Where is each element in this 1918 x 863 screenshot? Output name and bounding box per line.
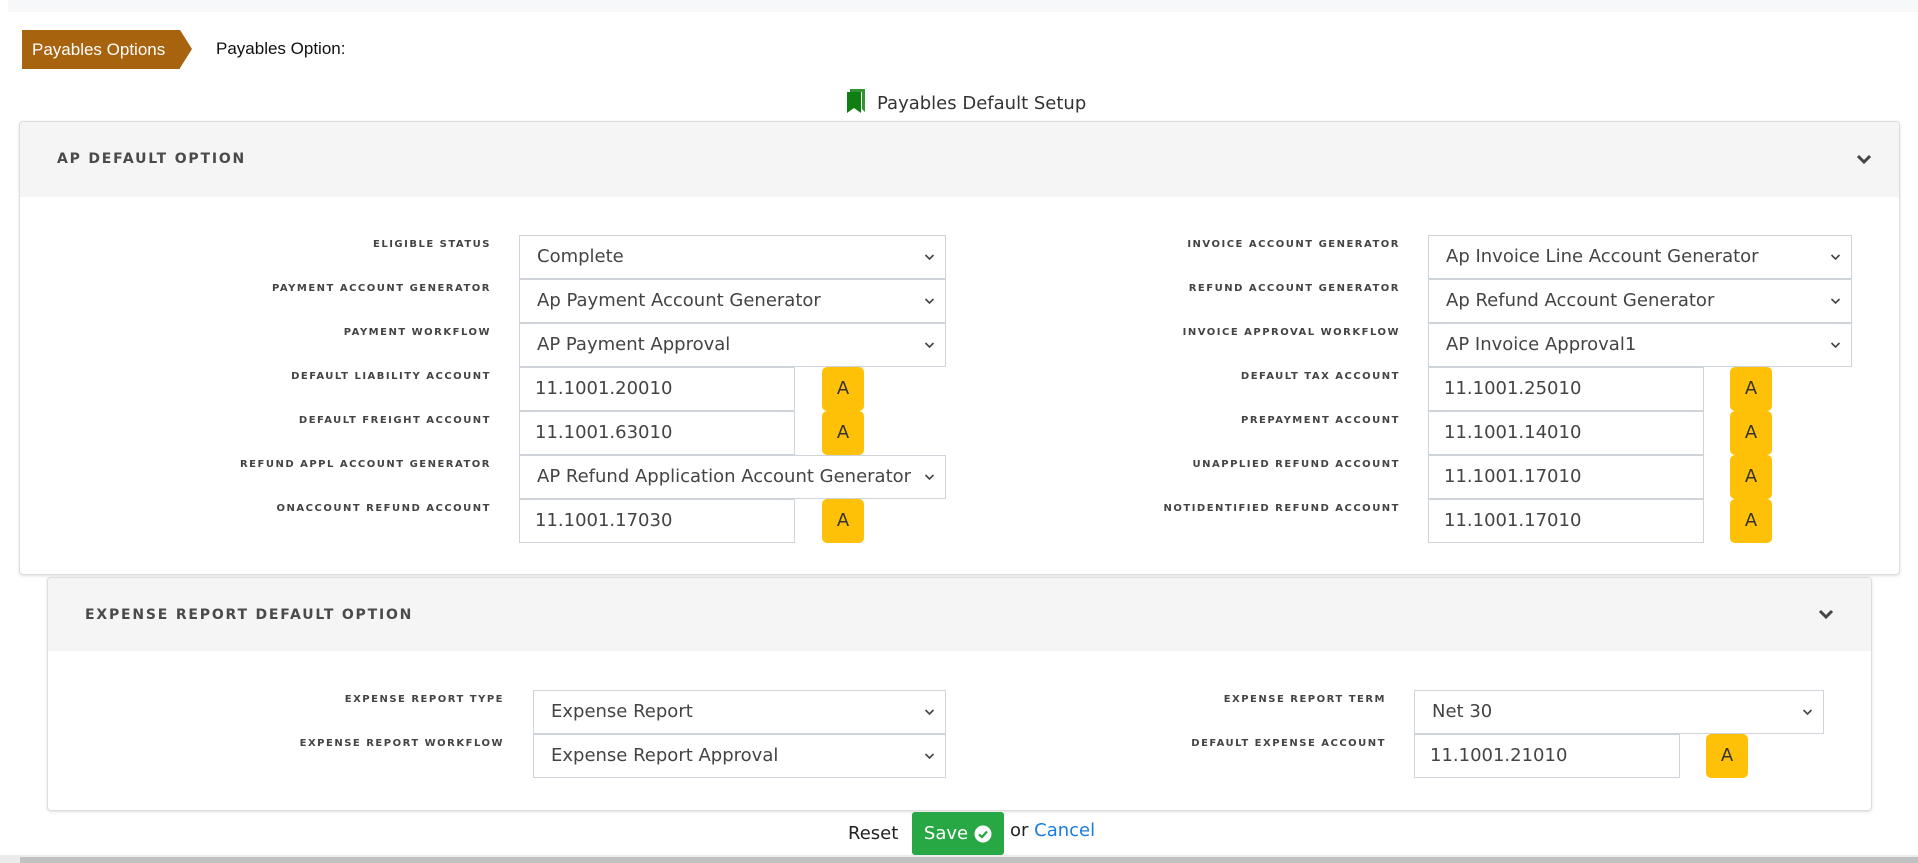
refund-account-generator-select[interactable]: Ap Refund Account Generator: [1428, 279, 1852, 323]
field-label-default-expense-account: DEFAULT EXPENSE ACCOUNT: [1191, 738, 1386, 749]
save-button[interactable]: Save: [912, 812, 1004, 855]
breadcrumb-current: Payables Option:: [216, 39, 346, 58]
default-liability-account-assign-button[interactable]: A: [822, 367, 864, 411]
field-label-default-freight-account: DEFAULT FREIGHT ACCOUNT: [298, 415, 491, 426]
chevron-down-icon: [924, 753, 935, 760]
selected-value: Ap Payment Account Generator: [537, 290, 821, 311]
field-label-eligible-status: ELIGIBLE STATUS: [372, 239, 491, 250]
selected-value: Ap Invoice Line Account Generator: [1446, 246, 1759, 267]
input-value: 11.1001.17030: [535, 510, 673, 531]
input-value: 11.1001.25010: [1444, 378, 1582, 399]
field-label-onaccount-refund-account: ONACCOUNT REFUND ACCOUNT: [276, 503, 491, 514]
refund-appl-account-generator-select[interactable]: AP Refund Application Account Generator: [519, 455, 946, 499]
expense-panel-title: EXPENSE REPORT DEFAULT OPTION: [85, 607, 414, 623]
check-circle-icon: [974, 825, 992, 842]
chevron-down-icon: [1830, 298, 1841, 305]
unapplied-refund-account-input[interactable]: 11.1001.17010: [1428, 455, 1704, 499]
field-label-default-tax-account: DEFAULT TAX ACCOUNT: [1240, 371, 1400, 382]
page-title: Payables Default Setup: [845, 88, 1087, 119]
field-label-expense-report-workflow: EXPENSE REPORT WORKFLOW: [299, 738, 504, 749]
default-expense-account-input[interactable]: 11.1001.21010: [1414, 734, 1680, 778]
onaccount-refund-account-assign-button[interactable]: A: [822, 499, 864, 543]
chevron-down-icon: [1830, 254, 1841, 261]
prepayment-account-assign-button[interactable]: A: [1730, 411, 1772, 455]
ap-panel-header[interactable]: AP DEFAULT OPTION: [20, 122, 1899, 197]
expense-panel-header[interactable]: EXPENSE REPORT DEFAULT OPTION: [48, 578, 1871, 651]
or-text: or: [1010, 820, 1029, 841]
reset-button[interactable]: Reset: [848, 823, 898, 844]
expense-report-term-select[interactable]: Net 30: [1414, 690, 1824, 734]
top-bar: [8, 0, 1918, 12]
default-tax-account-assign-button[interactable]: A: [1730, 367, 1772, 411]
default-freight-account-assign-button[interactable]: A: [822, 411, 864, 455]
selected-value: AP Payment Approval: [537, 334, 731, 355]
selected-value: Net 30: [1432, 701, 1493, 722]
selected-value: AP Invoice Approval1: [1446, 334, 1637, 355]
chevron-down-icon: [1802, 709, 1813, 716]
invoice-approval-workflow-select[interactable]: AP Invoice Approval1: [1428, 323, 1852, 367]
input-value: 11.1001.14010: [1444, 422, 1582, 443]
field-label-invoice-approval-workflow: INVOICE APPROVAL WORKFLOW: [1182, 327, 1400, 338]
bookmark-icon: [845, 88, 867, 119]
field-label-expense-report-term: EXPENSE REPORT TERM: [1223, 694, 1386, 705]
expense-report-type-select[interactable]: Expense Report: [533, 690, 946, 734]
input-value: 11.1001.17010: [1444, 466, 1582, 487]
prepayment-account-input[interactable]: 11.1001.14010: [1428, 411, 1704, 455]
chevron-down-icon: [924, 342, 935, 349]
field-label-prepayment-account: PREPAYMENT ACCOUNT: [1241, 415, 1400, 426]
default-freight-account-input[interactable]: 11.1001.63010: [519, 411, 795, 455]
chevron-down-icon: [924, 298, 935, 305]
horizontal-scrollbar-thumb[interactable]: [20, 857, 1918, 863]
input-value: 11.1001.17010: [1444, 510, 1582, 531]
field-label-default-liability-account: DEFAULT LIABILITY ACCOUNT: [291, 371, 491, 382]
chevron-down-icon: [924, 474, 935, 481]
default-liability-account-input[interactable]: 11.1001.20010: [519, 367, 795, 411]
onaccount-refund-account-input[interactable]: 11.1001.17030: [519, 499, 795, 543]
default-expense-account-assign-button[interactable]: A: [1706, 734, 1748, 778]
default-tax-account-input[interactable]: 11.1001.25010: [1428, 367, 1704, 411]
field-label-payment-workflow: PAYMENT WORKFLOW: [343, 327, 491, 338]
field-label-invoice-account-generator: INVOICE ACCOUNT GENERATOR: [1187, 239, 1400, 250]
expense-report-workflow-select[interactable]: Expense Report Approval: [533, 734, 946, 778]
input-value: 11.1001.63010: [535, 422, 673, 443]
selected-value: Expense Report Approval: [551, 745, 779, 766]
chevron-down-icon: [924, 254, 935, 261]
selected-value: Expense Report: [551, 701, 693, 722]
payment-workflow-select[interactable]: AP Payment Approval: [519, 323, 946, 367]
or-cancel: or Cancel: [1010, 820, 1095, 841]
selected-value: Complete: [537, 246, 624, 267]
field-label-unapplied-refund-account: UNAPPLIED REFUND ACCOUNT: [1192, 459, 1400, 470]
input-value: 11.1001.21010: [1430, 745, 1568, 766]
chevron-down-icon[interactable]: [1856, 153, 1872, 165]
cancel-link[interactable]: Cancel: [1034, 820, 1095, 841]
breadcrumb-label: Payables Options: [32, 40, 166, 59]
payment-account-generator-select[interactable]: Ap Payment Account Generator: [519, 279, 946, 323]
chevron-down-icon[interactable]: [1818, 608, 1834, 620]
invoice-account-generator-select[interactable]: Ap Invoice Line Account Generator: [1428, 235, 1852, 279]
input-value: 11.1001.20010: [535, 378, 673, 399]
ap-panel-title: AP DEFAULT OPTION: [57, 151, 247, 167]
field-label-refund-appl-account-generator: REFUND APPL ACCOUNT GENERATOR: [239, 459, 491, 470]
chevron-down-icon: [924, 709, 935, 716]
chevron-down-icon: [1830, 342, 1841, 349]
unapplied-refund-account-assign-button[interactable]: A: [1730, 455, 1772, 499]
field-label-refund-account-generator: REFUND ACCOUNT GENERATOR: [1188, 283, 1400, 294]
save-label: Save: [923, 823, 969, 844]
notidentified-refund-account-assign-button[interactable]: A: [1730, 499, 1772, 543]
selected-value: AP Refund Application Account Generator: [537, 466, 912, 487]
field-label-payment-account-generator: PAYMENT ACCOUNT GENERATOR: [271, 283, 491, 294]
selected-value: Ap Refund Account Generator: [1446, 290, 1715, 311]
eligible-status-select[interactable]: Complete: [519, 235, 946, 279]
field-label-expense-report-type: EXPENSE REPORT TYPE: [344, 694, 504, 705]
page-title-text: Payables Default Setup: [877, 92, 1087, 114]
notidentified-refund-account-input[interactable]: 11.1001.17010: [1428, 499, 1704, 543]
field-label-notidentified-refund-account: NOTIDENTIFIED REFUND ACCOUNT: [1163, 503, 1400, 514]
breadcrumb-payables-options[interactable]: Payables Options: [22, 30, 192, 69]
